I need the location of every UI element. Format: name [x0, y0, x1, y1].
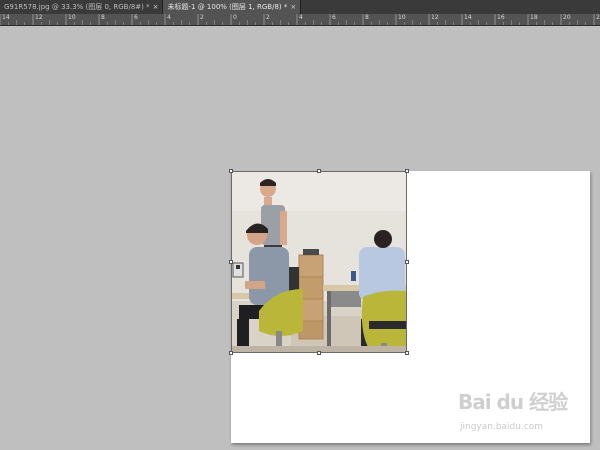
layer-photo-office[interactable]	[231, 171, 407, 353]
ruler-label: 2	[200, 14, 204, 21]
tab-label: 未标题-1 @ 100% (图层 1, RGB/8) *	[167, 3, 288, 11]
tab-untitled-1[interactable]: 未标题-1 @ 100% (图层 1, RGB/8) * ×	[163, 0, 302, 14]
ruler-label: 16	[497, 14, 505, 21]
ruler-label: 8	[365, 14, 369, 21]
transform-handle-top[interactable]	[317, 169, 321, 173]
transform-handle-bottom-right[interactable]	[405, 351, 409, 355]
ruler-label: 10	[398, 14, 406, 21]
ruler-label: 8	[101, 14, 105, 21]
watermark-url: jingyan.baidu.com	[460, 422, 544, 432]
transform-handle-bottom[interactable]	[317, 351, 321, 355]
transform-handle-right[interactable]	[405, 260, 409, 264]
ruler-label: 2	[266, 14, 270, 21]
tab-g91r578[interactable]: G91R578.jpg @ 33.3% (图层 0, RGB/8#) * ×	[0, 0, 164, 14]
transform-handle-top-left[interactable]	[229, 169, 233, 173]
watermark-logo: Bai du 经验	[458, 390, 568, 414]
ruler-label: 18	[530, 14, 538, 21]
ruler-label: 22	[596, 14, 600, 21]
document-tab-bar: G91R578.jpg @ 33.3% (图层 0, RGB/8#) * × 未…	[0, 0, 600, 15]
ruler-label: 6	[134, 14, 138, 21]
ruler-label: 12	[431, 14, 439, 21]
ruler-label: 4	[167, 14, 171, 21]
ruler-label: 0	[233, 14, 237, 21]
office-photo	[231, 171, 407, 353]
ruler-label: 10	[68, 14, 76, 21]
ruler-label: 14	[2, 14, 10, 21]
transform-handle-top-right[interactable]	[405, 169, 409, 173]
ruler-label: 14	[464, 14, 472, 21]
ruler-label: 4	[299, 14, 303, 21]
horizontal-ruler[interactable]: 14121086420246810121416182022	[0, 14, 600, 26]
ruler-label: 20	[563, 14, 571, 21]
close-icon[interactable]: ×	[290, 3, 296, 11]
tab-label: G91R578.jpg @ 33.3% (图层 0, RGB/8#) *	[4, 3, 150, 11]
baidu-jingyan-watermark: Bai du 经验 jingyan.baidu.com	[458, 386, 588, 436]
transform-handle-left[interactable]	[229, 260, 233, 264]
transform-handle-bottom-left[interactable]	[229, 351, 233, 355]
close-icon[interactable]: ×	[153, 3, 159, 11]
ruler-label: 6	[332, 14, 336, 21]
ruler-label: 12	[35, 14, 43, 21]
